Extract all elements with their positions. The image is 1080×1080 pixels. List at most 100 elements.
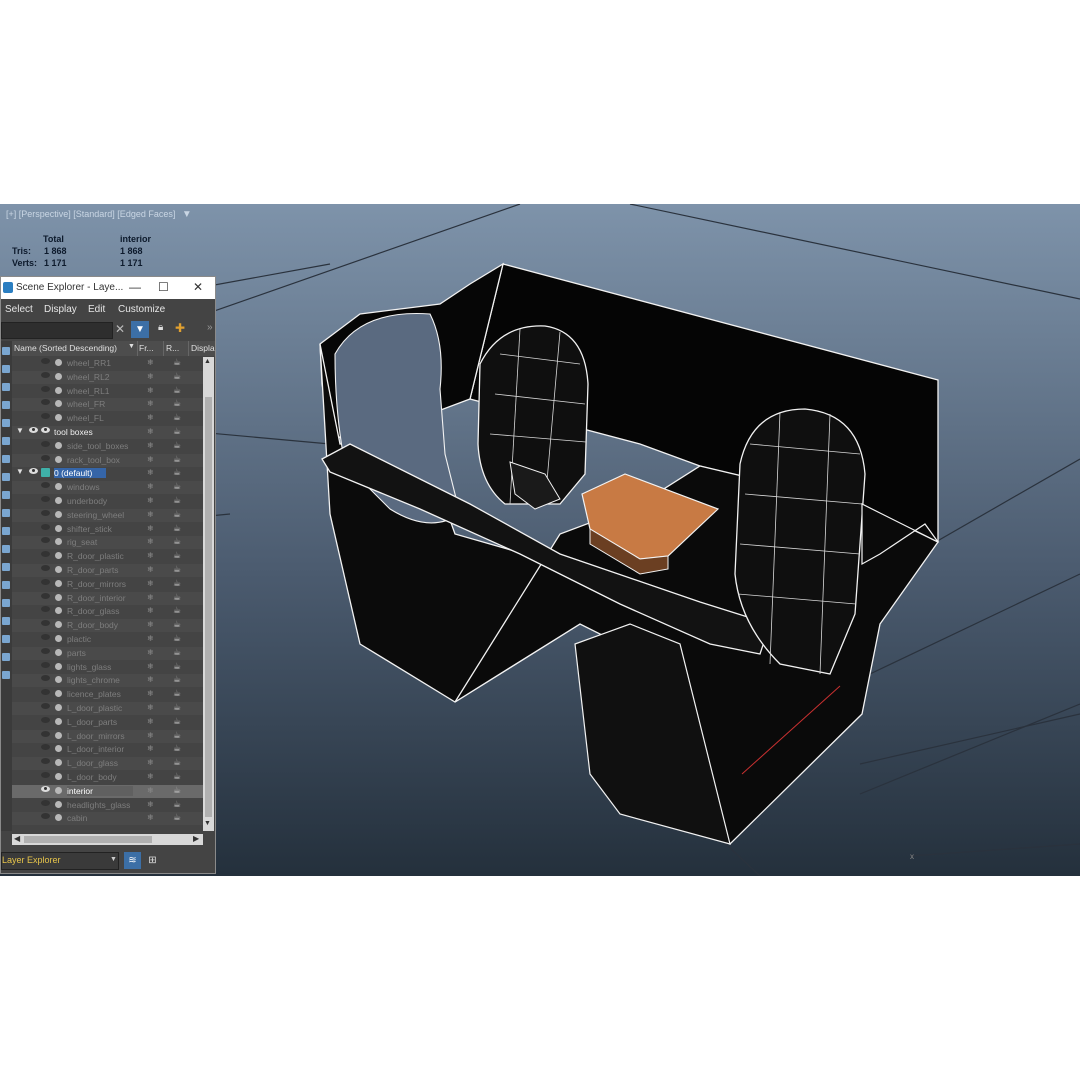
visibility-eye-icon[interactable] xyxy=(41,358,50,364)
freeze-icon[interactable]: ❄ xyxy=(147,634,154,643)
object-row[interactable]: lights_chrome ❄ ☕︎ xyxy=(12,674,203,688)
layer-row[interactable]: ▼ tool boxes ❄ ☕︎ xyxy=(12,426,203,439)
row-label[interactable]: cabin xyxy=(67,813,87,823)
select-all-icon[interactable] xyxy=(2,599,10,607)
visibility-eye-icon[interactable] xyxy=(41,634,50,640)
object-row[interactable]: interior ❄ ☕︎ xyxy=(12,784,203,798)
shapes-icon[interactable] xyxy=(2,383,10,391)
freeze-icon[interactable]: ❄ xyxy=(147,800,154,809)
freeze-icon[interactable]: ❄ xyxy=(147,758,154,767)
renderable-teapot-icon[interactable]: ☕︎ xyxy=(173,592,181,603)
sort-by-layer-icon[interactable]: ≋ xyxy=(124,852,141,869)
row-label[interactable]: wheel_FL xyxy=(67,413,104,423)
visibility-eye-icon[interactable] xyxy=(41,772,50,778)
object-row[interactable]: rig_seat ❄ ☕︎ xyxy=(12,536,203,550)
freeze-icon[interactable]: ❄ xyxy=(147,648,154,657)
invert-selection-icon[interactable] xyxy=(2,635,10,643)
object-row[interactable]: wheel_FR ❄ ☕︎ xyxy=(12,398,203,412)
renderable-teapot-icon[interactable]: ☕︎ xyxy=(173,357,181,368)
renderable-teapot-icon[interactable]: ☕︎ xyxy=(173,771,181,782)
renderable-teapot-icon[interactable]: ☕︎ xyxy=(173,605,181,616)
freeze-icon[interactable]: ❄ xyxy=(147,358,154,367)
renderable-teapot-icon[interactable]: ☕︎ xyxy=(173,743,181,754)
row-label[interactable]: R_door_parts xyxy=(67,565,119,575)
freeze-icon[interactable]: ❄ xyxy=(147,662,154,671)
visibility-eye-icon[interactable] xyxy=(41,785,50,792)
menu-select[interactable]: Select xyxy=(5,304,33,315)
row-label[interactable]: R_door_body xyxy=(67,620,118,630)
column-separator[interactable] xyxy=(188,341,189,356)
visibility-eye-icon[interactable] xyxy=(41,647,50,654)
freeze-icon[interactable]: ❄ xyxy=(147,744,154,753)
row-label[interactable]: parts xyxy=(67,648,86,658)
renderable-teapot-icon[interactable]: ☕︎ xyxy=(173,440,181,451)
object-row[interactable]: wheel_RR1 ❄ ☕︎ xyxy=(12,357,203,370)
renderable-teapot-icon[interactable]: ☕︎ xyxy=(173,619,181,630)
viewport-label-text[interactable]: [+] [Perspective] [Standard] [Edged Face… xyxy=(6,209,175,219)
object-row[interactable]: L_door_body ❄ ☕︎ xyxy=(12,771,203,784)
renderable-teapot-icon[interactable]: ☕︎ xyxy=(173,509,181,520)
minimize-button[interactable]: — xyxy=(129,280,141,294)
groups-icon[interactable] xyxy=(2,473,10,481)
column-separator[interactable] xyxy=(137,341,138,356)
object-row[interactable]: rack_tool_box ❄ ☕︎ xyxy=(12,453,203,467)
freeze-icon[interactable]: ❄ xyxy=(147,593,154,602)
freeze-icon[interactable]: ❄ xyxy=(147,703,154,712)
freeze-icon[interactable]: ❄ xyxy=(147,510,154,519)
renderable-teapot-icon[interactable]: ☕︎ xyxy=(173,578,181,589)
xrefs-icon[interactable] xyxy=(2,491,10,499)
helpers-icon[interactable] xyxy=(2,437,10,445)
row-label[interactable]: R_door_mirrors xyxy=(67,579,126,589)
freeze-icon[interactable]: ❄ xyxy=(147,675,154,684)
freeze-icon[interactable]: ❄ xyxy=(147,731,154,740)
visibility-eye-icon[interactable] xyxy=(41,385,50,392)
object-row[interactable]: R_door_mirrors ❄ ☕︎ xyxy=(12,578,203,591)
lights-icon[interactable] xyxy=(2,401,10,409)
freeze-icon[interactable]: ❄ xyxy=(147,386,154,395)
renderable-teapot-icon[interactable]: ☕︎ xyxy=(173,730,181,741)
viewport-label[interactable]: [+] [Perspective] [Standard] [Edged Face… xyxy=(6,209,192,220)
visibility-eye-icon[interactable] xyxy=(41,496,50,502)
expand-icon[interactable]: ▼ xyxy=(16,426,24,435)
row-label[interactable]: underbody xyxy=(67,496,107,506)
row-label[interactable]: L_door_mirrors xyxy=(67,731,125,741)
object-row[interactable]: R_door_interior ❄ ☕︎ xyxy=(12,591,203,605)
freeze-icon[interactable]: ❄ xyxy=(147,441,154,450)
row-label[interactable]: R_door_interior xyxy=(67,593,126,603)
menu-display[interactable]: Display xyxy=(44,304,77,315)
object-row[interactable]: headlights_glass ❄ ☕︎ xyxy=(12,799,203,812)
scroll-right-icon[interactable]: ▶ xyxy=(193,834,199,843)
object-row[interactable]: cabin ❄ ☕︎ xyxy=(12,812,203,826)
renderable-teapot-icon[interactable]: ☕︎ xyxy=(173,702,181,713)
row-label[interactable]: L_door_interior xyxy=(67,744,124,754)
row-label[interactable]: windows xyxy=(67,482,100,492)
object-row[interactable]: R_door_glass ❄ ☕︎ xyxy=(12,605,203,618)
scroll-thumb[interactable] xyxy=(205,397,212,817)
renderable-teapot-icon[interactable]: ☕︎ xyxy=(173,495,181,506)
renderable-teapot-icon[interactable]: ☕︎ xyxy=(173,536,181,547)
freeze-icon[interactable]: ❄ xyxy=(147,482,154,491)
object-row[interactable]: side_tool_boxes ❄ ☕︎ xyxy=(12,440,203,453)
row-label[interactable]: shifter_stick xyxy=(67,524,112,534)
row-label[interactable]: L_door_body xyxy=(67,772,117,782)
bones-icon[interactable] xyxy=(2,509,10,517)
renderable-teapot-icon[interactable]: ☕︎ xyxy=(173,398,181,409)
object-row[interactable]: shifter_stick ❄ ☕︎ xyxy=(12,523,203,536)
row-label[interactable]: rack_tool_box xyxy=(67,455,120,465)
freeze-icon[interactable]: ❄ xyxy=(147,772,154,781)
column-name[interactable]: Name (Sorted Descending) xyxy=(14,343,117,353)
row-label[interactable]: interior xyxy=(67,785,133,796)
row-label[interactable]: lights_chrome xyxy=(67,675,120,685)
row-label[interactable]: wheel_FR xyxy=(67,399,105,409)
renderable-teapot-icon[interactable]: ☕︎ xyxy=(173,412,181,423)
row-label[interactable]: lights_glass xyxy=(67,662,111,672)
sort-by-hierarchy-icon[interactable]: ⊞ xyxy=(144,852,161,869)
horizontal-scrollbar[interactable]: ◀ ▶ xyxy=(12,834,203,845)
visibility-eye-icon[interactable] xyxy=(41,565,50,571)
object-row[interactable]: L_door_mirrors ❄ ☕︎ xyxy=(12,729,203,743)
row-label[interactable]: wheel_RR1 xyxy=(67,358,111,368)
row-label[interactable]: plactic xyxy=(67,634,91,644)
row-label[interactable]: side_tool_boxes xyxy=(67,441,128,451)
renderable-teapot-icon[interactable]: ☕︎ xyxy=(173,799,181,810)
freeze-icon[interactable]: ❄ xyxy=(147,813,154,822)
